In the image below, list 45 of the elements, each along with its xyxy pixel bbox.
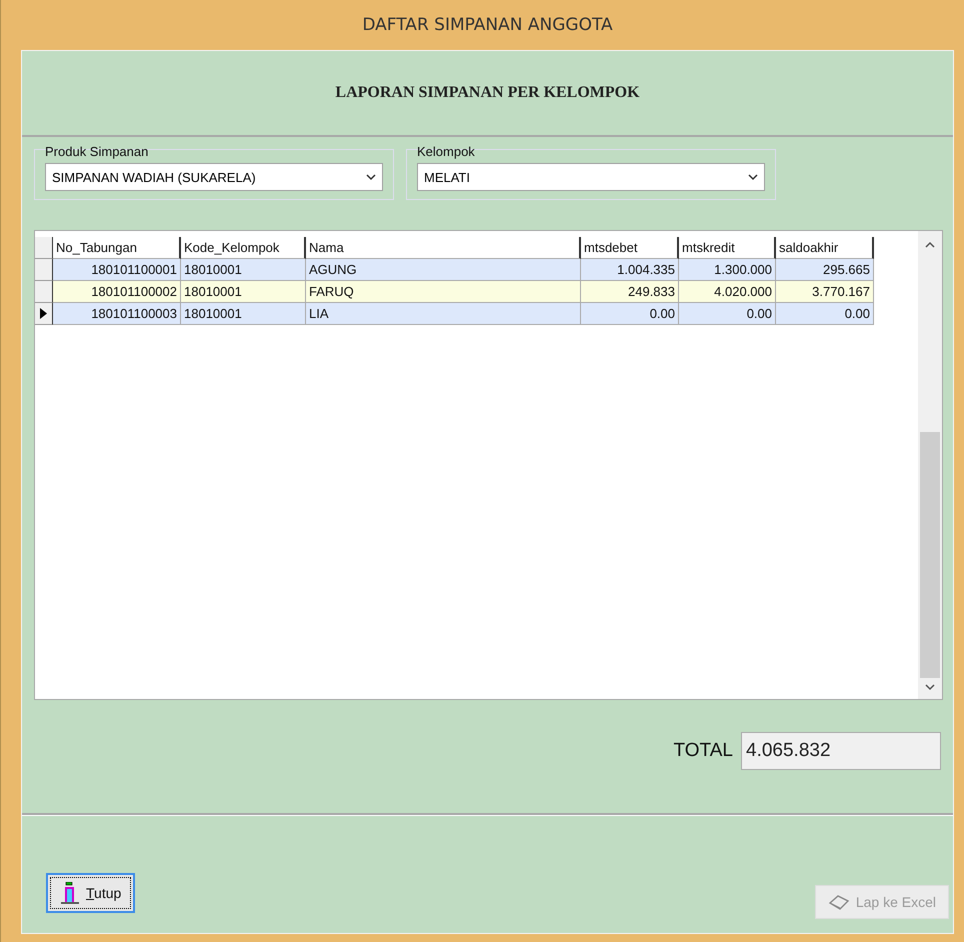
row-pointer-icon	[40, 308, 47, 319]
chevron-down-icon	[366, 174, 376, 180]
table-cell: 180101100003	[53, 303, 181, 325]
table-cell: 249.833	[581, 281, 679, 303]
column-header[interactable]: Kode_Kelompok	[181, 237, 306, 259]
total-field: 4.065.832	[741, 732, 941, 770]
dropdown-field[interactable]: MELATI	[417, 163, 765, 191]
table-cell: LIA	[306, 303, 581, 325]
row-header[interactable]	[35, 281, 53, 303]
column-header[interactable]: Nama	[306, 237, 581, 259]
dropdown-field[interactable]: SIMPANAN WADIAH (SUKARELA)	[45, 163, 383, 191]
table-cell: 1.004.335	[581, 259, 679, 281]
column-header[interactable]: mtskredit	[679, 237, 776, 259]
table-cell: 1.300.000	[679, 259, 776, 281]
scrollbar[interactable]	[918, 231, 942, 699]
exit-door-icon	[60, 882, 80, 904]
row-header[interactable]	[35, 303, 53, 325]
table-cell: 180101100001	[53, 259, 181, 281]
row-header	[35, 237, 53, 259]
table-cell: 18010001	[181, 303, 306, 325]
filter-label: Kelompok	[417, 144, 476, 159]
chevron-down-icon	[748, 174, 758, 180]
table-cell: 295.665	[776, 259, 874, 281]
table-cell: 18010001	[181, 259, 306, 281]
row-header[interactable]	[35, 259, 53, 281]
table-cell: 0.00	[581, 303, 679, 325]
table-cell: AGUNG	[306, 259, 581, 281]
table-cell: 4.020.000	[679, 281, 776, 303]
report-title: LAPORAN SIMPANAN PER KELOMPOK	[335, 84, 640, 102]
column-header[interactable]: saldoakhir	[776, 237, 874, 259]
table-cell: 3.770.167	[776, 281, 874, 303]
chevron-down-icon	[925, 684, 935, 691]
table-cell: 18010001	[181, 281, 306, 303]
total-label: TOTAL	[674, 740, 733, 762]
filter-label: Produk Simpanan	[45, 144, 150, 159]
table-cell: 180101100002	[53, 281, 181, 303]
table-cell: FARUQ	[306, 281, 581, 303]
scrollbar-thumb[interactable]	[920, 432, 940, 678]
close-button[interactable]: Tutup	[46, 873, 136, 913]
column-header[interactable]: No_Tabungan	[53, 237, 181, 259]
table-cell: 0.00	[679, 303, 776, 325]
table-cell: 0.00	[776, 303, 874, 325]
window-title: DAFTAR SIMPANAN ANGGOTA	[361, 14, 614, 37]
column-header[interactable]: mtsdebet	[581, 237, 679, 259]
chevron-up-icon	[925, 241, 935, 248]
